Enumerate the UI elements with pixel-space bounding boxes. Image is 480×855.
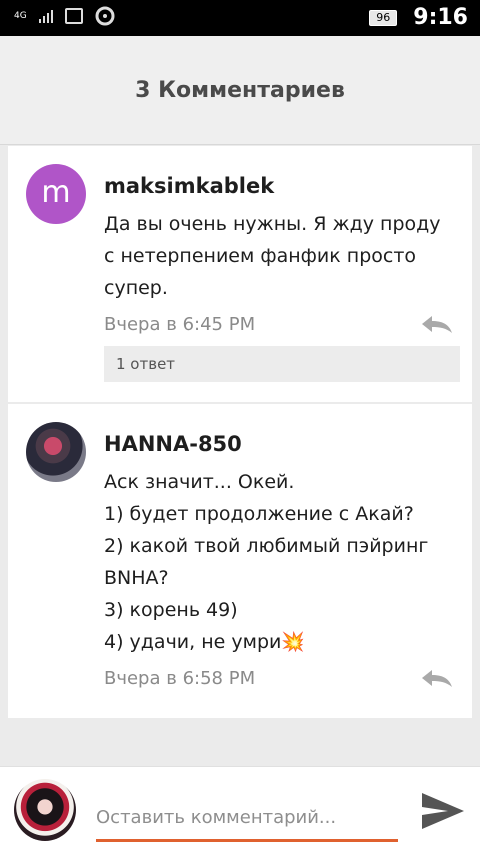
replies-button[interactable]: 1 ответ	[104, 346, 460, 382]
status-bar: 4G 96 9:16	[0, 0, 480, 36]
reply-icon[interactable]	[420, 668, 454, 688]
comment-input[interactable]	[96, 795, 398, 842]
media-icon	[95, 6, 115, 26]
comment-author[interactable]: HANNA-850	[104, 432, 242, 456]
comments-header: 3 Комментариев	[0, 36, 480, 145]
comment-composer	[0, 766, 480, 855]
avatar[interactable]	[26, 422, 86, 482]
gallery-icon	[64, 8, 83, 24]
battery-indicator: 96	[369, 9, 398, 26]
comment-text: Аск значит... Окей. 1) будет продолжение…	[104, 471, 429, 653]
reply-icon[interactable]	[420, 314, 454, 334]
comment-text: Да вы очень нужны. Я жду проду с нетерпе…	[104, 213, 441, 299]
comment-card: m maksimkablek Да вы очень нужны. Я жду …	[8, 146, 472, 402]
avatar[interactable]: m	[26, 164, 86, 224]
clock: 9:16	[413, 5, 468, 30]
network-type: 4G	[14, 10, 27, 21]
page-title: 3 Комментариев	[135, 77, 345, 103]
send-icon[interactable]	[418, 789, 466, 833]
comment-author[interactable]: maksimkablek	[104, 174, 274, 198]
signal-icon	[38, 9, 53, 23]
comment-timestamp: Вчера в 6:45 PM	[104, 314, 256, 335]
comment-card: HANNA-850 Аск значит... Окей. 1) будет п…	[8, 404, 472, 718]
comment-timestamp: Вчера в 6:58 PM	[104, 668, 256, 689]
user-avatar	[14, 779, 76, 841]
